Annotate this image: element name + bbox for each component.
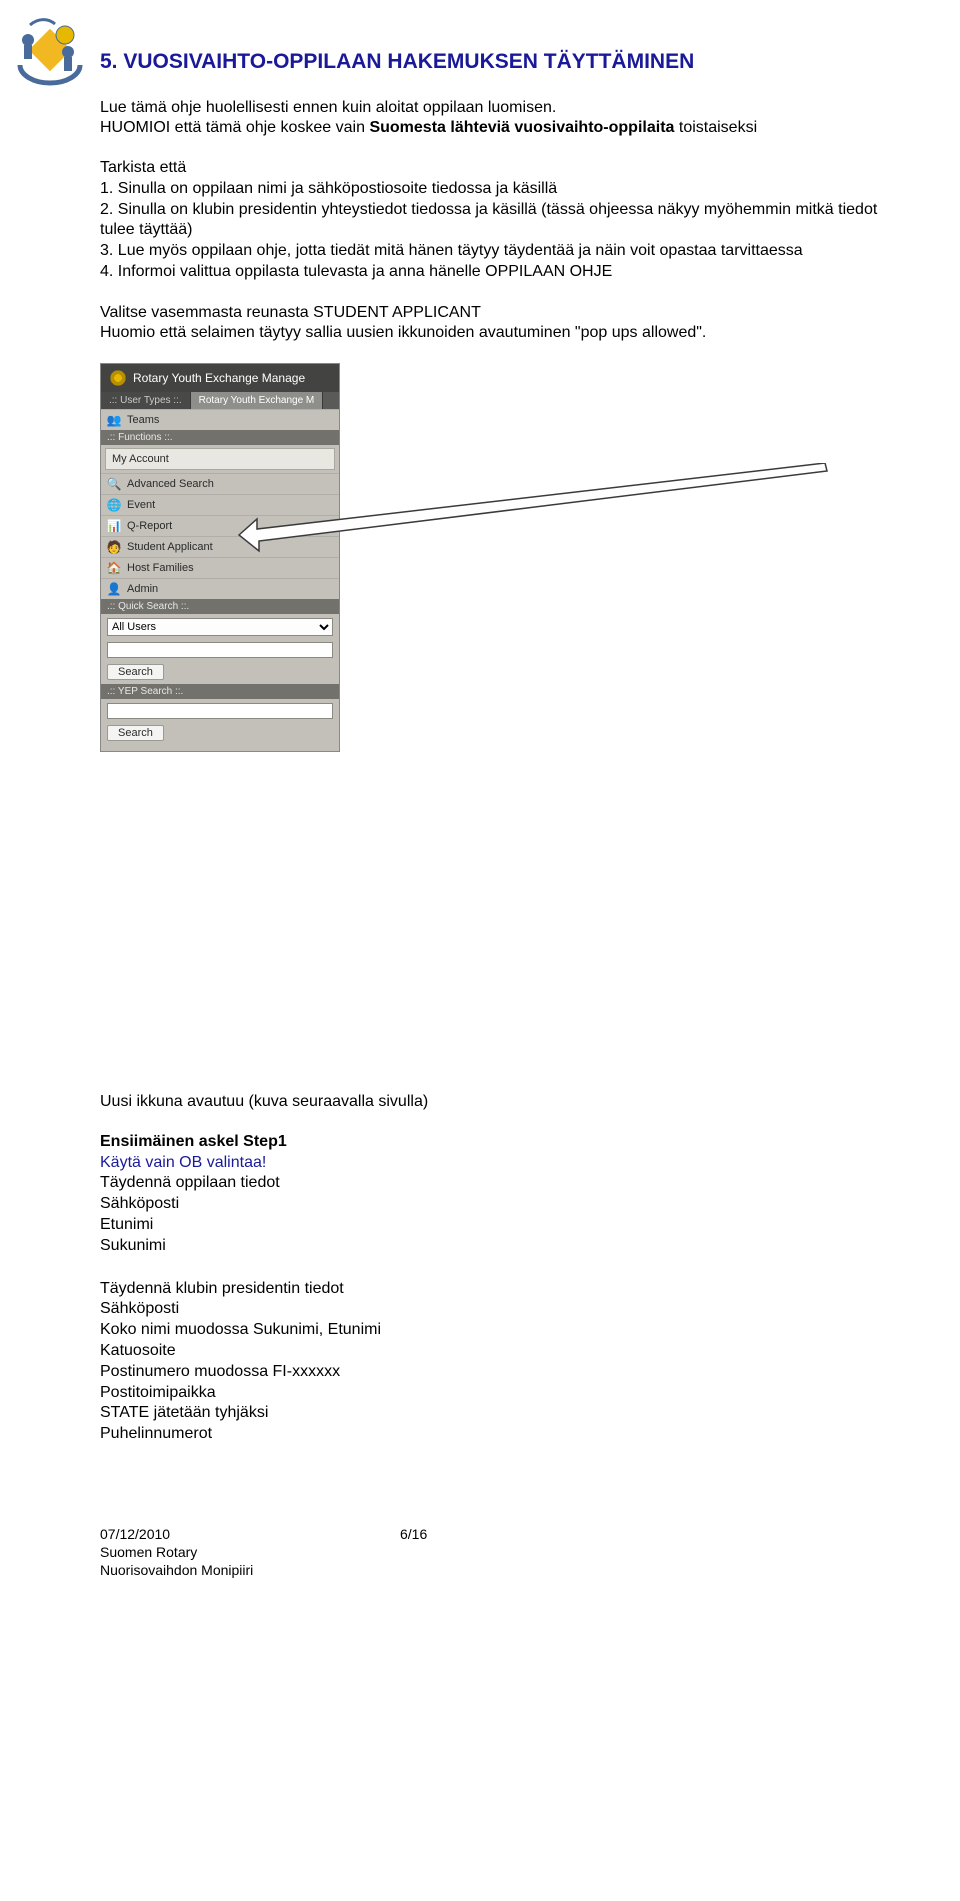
checklist-item-2: 2. Sinulla on klubin presidentin yhteyst… [100, 200, 880, 242]
quick-search-input[interactable] [107, 642, 333, 658]
step1-fill-student: Täydennä oppilaan tiedot [100, 1173, 880, 1194]
host-families-label: Host Families [127, 562, 194, 574]
page-content: 5. VUOSIVAIHTO-OPPILAAN HAKEMUKSEN TÄYTT… [0, 0, 960, 1620]
ryem-panel: Rotary Youth Exchange Manage .:: User Ty… [100, 363, 340, 752]
president-city: Postitoimipaikka [100, 1383, 880, 1404]
footer-org-2: Nuorisovaihdon Monipiiri [100, 1561, 880, 1579]
rotary-logo [10, 10, 90, 90]
instruction-line-1: Valitse vasemmasta reunasta STUDENT APPL… [100, 304, 481, 321]
checklist-item-1: 1. Sinulla on oppilaan nimi ja sähköpost… [100, 179, 880, 200]
president-fill: Täydennä klubin presidentin tiedot [100, 1279, 880, 1300]
president-state: STATE jätetään tyhjäksi [100, 1403, 880, 1424]
sidebar-item-my-account[interactable]: My Account [105, 448, 335, 470]
yep-search-button[interactable]: Search [107, 725, 164, 741]
step1-email: Sähköposti [100, 1194, 880, 1215]
step1-block: Ensiimäinen askel Step1 Käytä vain OB va… [100, 1132, 880, 1257]
step1-lastname: Sukunimi [100, 1236, 880, 1257]
president-block: Täydennä klubin presidentin tiedot Sähkö… [100, 1279, 880, 1445]
step1-blue-note: Käytä vain OB valintaa! [100, 1153, 880, 1174]
checklist-head: Tarkista että [100, 158, 880, 179]
footer-org-1: Suomen Rotary [100, 1543, 880, 1561]
section-yep-search: .:: YEP Search ::. [101, 684, 339, 699]
intro-line-1: Lue tämä ohje huolellisesti ennen kuin a… [100, 99, 556, 116]
section-quick-search: .:: Quick Search ::. [101, 599, 339, 614]
admin-label: Admin [127, 583, 158, 595]
sidebar-item-teams[interactable]: 👥 Teams [101, 409, 339, 430]
qreport-icon: 📊 [107, 519, 121, 533]
intro-line-2-post: toistaiseksi [674, 119, 757, 136]
instruction-paragraph: Valitse vasemmasta reunasta STUDENT APPL… [100, 303, 880, 343]
search-icon: 🔍 [107, 477, 121, 491]
ryem-title: Rotary Youth Exchange Manage [133, 371, 305, 385]
all-users-select[interactable]: All Users [107, 618, 333, 636]
step1-heading: Ensiimäinen askel Step1 [100, 1132, 880, 1153]
checklist-item-4: 4. Informoi valittua oppilasta tulevasta… [100, 262, 880, 283]
screenshot-embed: Rotary Youth Exchange Manage .:: User Ty… [100, 363, 880, 752]
rotary-gear-icon [109, 369, 127, 387]
event-icon: 🌐 [107, 498, 121, 512]
ryem-header: Rotary Youth Exchange Manage [101, 364, 339, 392]
sidebar-item-student-applicant[interactable]: 🧑 Student Applicant [101, 536, 339, 557]
president-zip: Postinumero muodossa FI-xxxxxx [100, 1362, 880, 1383]
qreport-label: Q-Report [127, 520, 172, 532]
page-footer: 07/12/2010 6/16 Suomen Rotary Nuorisovai… [100, 1525, 880, 1580]
event-label: Event [127, 499, 155, 511]
advanced-search-label: Advanced Search [127, 478, 214, 490]
intro-line-2-bold: Suomesta lähteviä vuosivaihto-oppilaita [369, 119, 674, 136]
student-icon: 🧑 [107, 540, 121, 554]
tab-user-types[interactable]: .:: User Types ::. [101, 392, 191, 409]
footer-page-number: 6/16 [400, 1525, 427, 1543]
my-account-label: My Account [112, 453, 169, 465]
page-heading: 5. VUOSIVAIHTO-OPPILAAN HAKEMUKSEN TÄYTT… [100, 50, 880, 74]
sidebar-item-event[interactable]: 🌐 Event [101, 494, 339, 515]
president-phone: Puhelinnumerot [100, 1424, 880, 1445]
quick-search-button[interactable]: Search [107, 664, 164, 680]
intro-paragraph: Lue tämä ohje huolellisesti ennen kuin a… [100, 98, 880, 138]
president-street: Katuosoite [100, 1341, 880, 1362]
host-families-icon: 🏠 [107, 561, 121, 575]
footer-date: 07/12/2010 [100, 1525, 400, 1543]
checklist: Tarkista että 1. Sinulla on oppilaan nim… [100, 158, 880, 283]
step1-firstname: Etunimi [100, 1215, 880, 1236]
sidebar-item-advanced-search[interactable]: 🔍 Advanced Search [101, 473, 339, 494]
instruction-line-2: Huomio että selaimen täytyy sallia uusie… [100, 324, 706, 341]
sidebar-item-admin[interactable]: 👤 Admin [101, 578, 339, 599]
ryem-tabs: .:: User Types ::. Rotary Youth Exchange… [101, 392, 339, 409]
student-applicant-label: Student Applicant [127, 541, 213, 553]
admin-icon: 👤 [107, 582, 121, 596]
checklist-item-3: 3. Lue myös oppilaan ohje, jotta tiedät … [100, 241, 880, 262]
president-fullname: Koko nimi muodossa Sukunimi, Etunimi [100, 1320, 880, 1341]
tab-ryem[interactable]: Rotary Youth Exchange M [191, 392, 324, 409]
new-window-text: Uusi ikkuna avautuu (kuva seuraavalla si… [100, 1092, 880, 1112]
yep-search-input[interactable] [107, 703, 333, 719]
sidebar-item-qreport[interactable]: 📊 Q-Report [101, 515, 339, 536]
teams-label: Teams [127, 414, 159, 426]
president-email: Sähköposti [100, 1299, 880, 1320]
intro-line-2-pre: HUOMIOI että tämä ohje koskee vain [100, 119, 369, 136]
teams-icon: 👥 [107, 413, 121, 427]
sidebar-item-host-families[interactable]: 🏠 Host Families [101, 557, 339, 578]
section-functions: .:: Functions ::. [101, 430, 339, 445]
